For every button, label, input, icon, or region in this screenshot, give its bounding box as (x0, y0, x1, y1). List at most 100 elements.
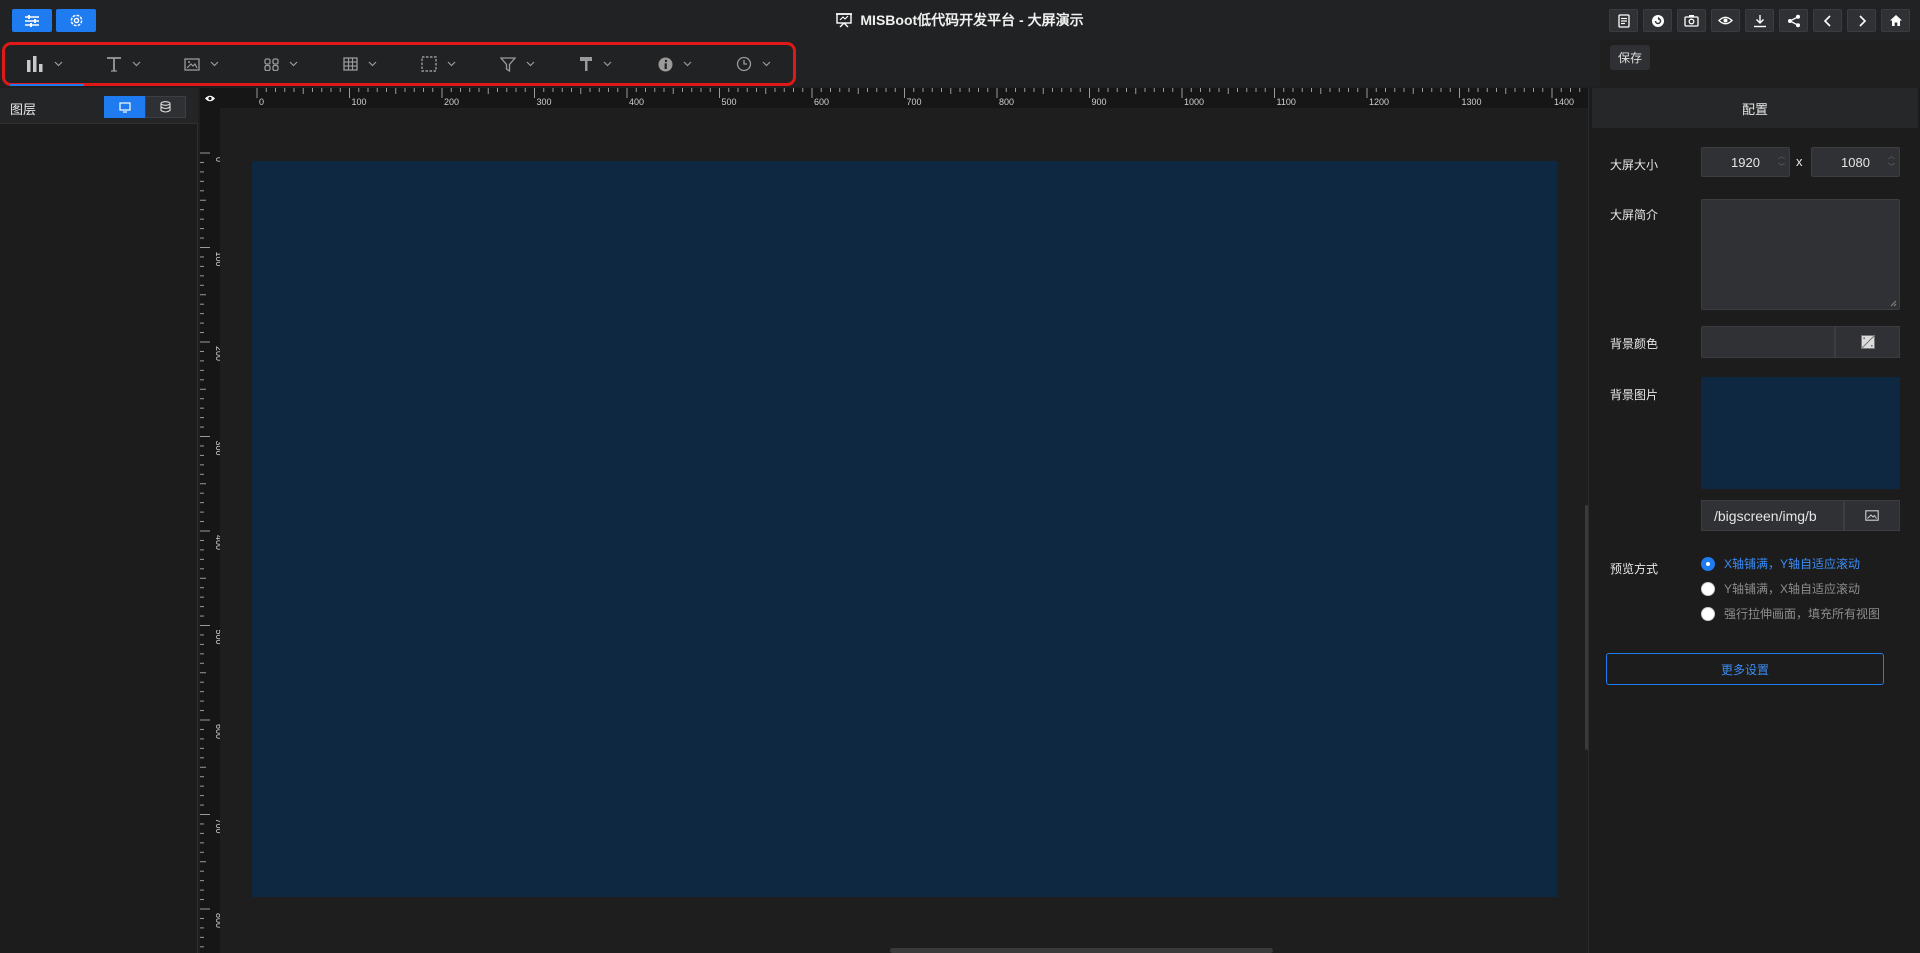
layers-header: 图层 (0, 88, 198, 124)
table-icon (342, 57, 358, 71)
height-stepper-icon[interactable]: ︿ ﹀ (1888, 151, 1895, 173)
ruler-label: 1400 (1554, 97, 1574, 107)
layers-view-toggle (104, 96, 186, 118)
config-panel: 配置 大屏大小 1920 ︿ ﹀ x 1080 ︿ ﹀ 大屏简介 背景颜色 背景图片… (1588, 88, 1920, 953)
presentation-icon (836, 12, 853, 27)
refresh-button[interactable] (1643, 9, 1672, 32)
save-button[interactable] (1609, 9, 1638, 32)
chevron-down-icon (447, 61, 456, 67)
ruler-label: 800 (999, 97, 1014, 107)
chevron-right-icon (1858, 14, 1866, 27)
tool-text[interactable] (84, 44, 163, 84)
tool-info[interactable] (635, 44, 714, 84)
tool-filter[interactable] (478, 44, 557, 84)
ruler-label: 1100 (1277, 97, 1296, 107)
tool-hammer[interactable] (557, 44, 636, 84)
home-button[interactable] (1881, 9, 1910, 32)
monitor-icon (118, 101, 131, 113)
ruler-label: 0 (259, 97, 264, 107)
camera-button[interactable] (1677, 9, 1706, 32)
bg-image-label: 背景图片 (1610, 388, 1659, 402)
chevron-down-icon (368, 61, 377, 67)
preview-option-2[interactable]: Y轴铺满，X轴自适应滚动 (1701, 580, 1860, 597)
download-icon (1753, 14, 1766, 27)
more-settings-button[interactable]: 更多设置 (1606, 653, 1884, 685)
tool-chart[interactable] (5, 44, 84, 86)
share-button[interactable] (1779, 9, 1808, 32)
layers-title: 图层 (10, 102, 37, 117)
radio-button[interactable] (1701, 606, 1715, 621)
color-swatch-icon (1860, 335, 1875, 349)
image-icon (184, 57, 201, 71)
bg-image-path-value: /bigscreen/img/b (1714, 507, 1817, 524)
screen-desc-label: 大屏简介 (1610, 208, 1659, 222)
component-toolbar-group (2, 42, 796, 86)
ruler-visibility-toggle[interactable] (200, 88, 220, 108)
tool-blocks[interactable] (241, 44, 320, 84)
bg-image-path-input[interactable]: /bigscreen/img/b (1701, 500, 1844, 531)
chevron-down-icon (132, 61, 141, 67)
ruler-label: 1200 (1369, 97, 1389, 107)
screen-size-label: 大屏大小 (1610, 158, 1659, 172)
text-icon (106, 57, 121, 72)
bg-image-select-button[interactable] (1844, 500, 1900, 531)
screen-height-value: 1080 (1841, 154, 1870, 170)
info-icon (658, 57, 673, 71)
screen-desc-textarea[interactable] (1701, 199, 1900, 310)
chevron-down-icon (762, 61, 771, 67)
tool-image[interactable] (163, 44, 242, 84)
chevron-down-icon (526, 61, 535, 67)
tool-time[interactable] (714, 44, 793, 84)
filter-icon (499, 56, 516, 72)
top-bar: MISBoot低代码开发平台 - 大屏演示 (0, 0, 1920, 40)
radio-button[interactable] (1701, 581, 1715, 596)
ruler-label: 1300 (1462, 97, 1482, 107)
download-button[interactable] (1745, 9, 1774, 32)
vertical-ruler-ticks: 0100200300400500600700800 (200, 152, 224, 948)
ruler-label: 400 (629, 97, 644, 107)
width-stepper-icon[interactable]: ︿ ﹀ (1778, 151, 1785, 173)
data-view-button[interactable] (145, 96, 186, 118)
bg-color-label: 背景颜色 (1610, 337, 1659, 351)
hammer-icon (580, 57, 593, 71)
save-icon (1617, 13, 1630, 28)
config-title: 配置 (1592, 88, 1918, 128)
top-right-buttons (1609, 9, 1910, 32)
screen-height-input[interactable]: 1080 ︿ ﹀ (1811, 147, 1900, 177)
redo-button[interactable] (1847, 9, 1876, 32)
screen-width-input[interactable]: 1920 ︿ ﹀ (1701, 147, 1790, 177)
bg-color-input[interactable] (1701, 326, 1835, 358)
resize-grip-icon[interactable] (1890, 300, 1897, 307)
bg-color-picker[interactable] (1835, 326, 1900, 358)
bigscreen-canvas[interactable] (252, 161, 1557, 897)
share-icon (1787, 14, 1800, 27)
undo-button[interactable] (1813, 9, 1842, 32)
save-tooltip: 保存 (1610, 45, 1650, 70)
component-toolbar (0, 40, 1600, 86)
ruler-label: 100 (352, 97, 367, 107)
preview-option-1[interactable]: X轴铺满，Y轴自适应滚动 (1701, 555, 1860, 572)
ruler-label: 200 (444, 97, 459, 107)
screen-view-button[interactable] (104, 96, 145, 118)
preview-button[interactable] (1711, 9, 1740, 32)
vertical-ruler: 0100200300400500600700800 (200, 108, 224, 953)
horizontal-ruler: 0 100 200 300 400 500 600 700 800 900 1000 1100 1200… (220, 88, 1588, 108)
ruler-label: 900 (1092, 97, 1107, 107)
tool-border[interactable] (399, 44, 478, 84)
page-title-text: MISBoot低代码开发平台 - 大屏演示 (860, 12, 1084, 28)
ruler-label: 700 (907, 97, 922, 107)
chevron-down-icon (54, 61, 63, 67)
bg-image-preview (1701, 377, 1900, 489)
preview-option-3[interactable]: 强行拉伸画面，填充所有视图 (1701, 605, 1880, 622)
chevron-left-icon (1823, 14, 1831, 27)
border-frame-icon (421, 56, 437, 72)
grid-blocks-icon (264, 57, 279, 71)
image-icon (1865, 510, 1879, 521)
radio-button-selected[interactable] (1701, 556, 1715, 571)
tool-table[interactable] (320, 44, 399, 84)
clock-icon (736, 56, 752, 72)
horizontal-scrollbar[interactable] (890, 948, 1273, 953)
preview-mode-label: 预览方式 (1610, 562, 1659, 576)
bar-chart-icon (26, 56, 43, 72)
preview-option-label: Y轴铺满，X轴自适应滚动 (1724, 582, 1861, 596)
